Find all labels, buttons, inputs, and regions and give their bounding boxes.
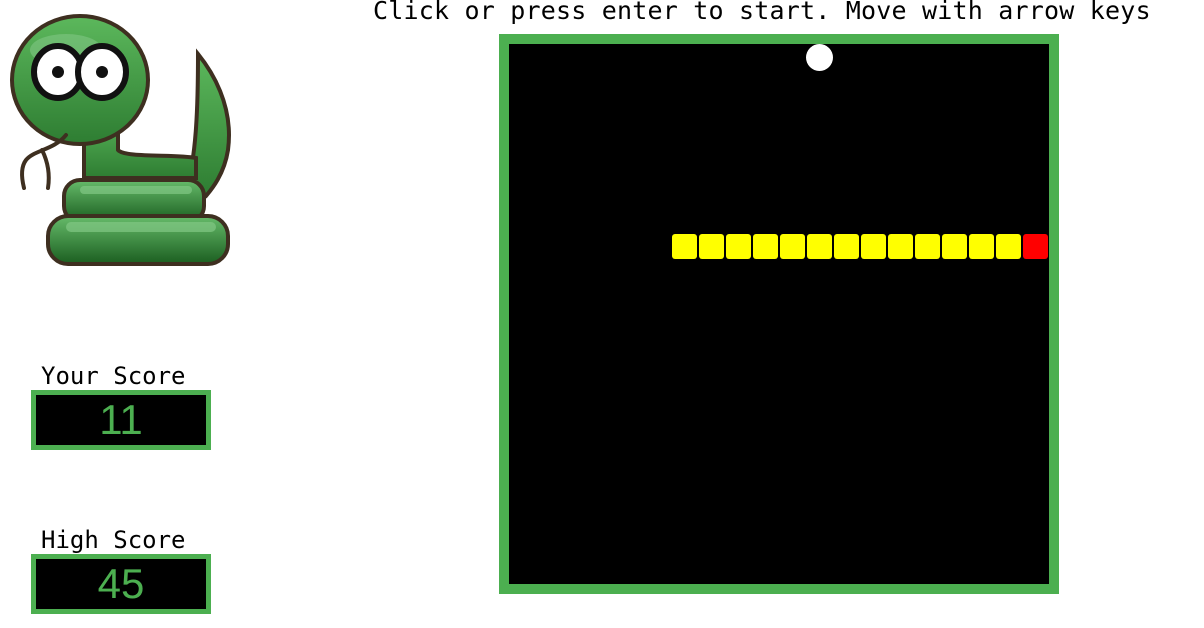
- snake-body-segment: [942, 234, 967, 259]
- snake-body-segment: [861, 234, 886, 259]
- snake-body-segment: [672, 234, 697, 259]
- snake-body-segment: [996, 234, 1021, 259]
- snake-body-segment: [888, 234, 913, 259]
- snake-body-segment: [699, 234, 724, 259]
- snake-body-segment: [726, 234, 751, 259]
- your-score-label: Your Score: [41, 362, 186, 390]
- food-pellet: [806, 44, 833, 71]
- high-score-label: High Score: [41, 526, 186, 554]
- snake-mascot-icon: [10, 14, 231, 266]
- your-score-value: 11: [31, 390, 211, 450]
- high-score-value: 45: [31, 554, 211, 614]
- snake-body-segment: [969, 234, 994, 259]
- snake-body-segment: [807, 234, 832, 259]
- snake-body-segment: [915, 234, 940, 259]
- game-board[interactable]: [499, 34, 1059, 594]
- snake-body-segment: [834, 234, 859, 259]
- snake-head: [1023, 234, 1048, 259]
- snake-body-segment: [780, 234, 805, 259]
- instructions-text: Click or press enter to start. Move with…: [373, 0, 1151, 25]
- snake-body-segment: [753, 234, 778, 259]
